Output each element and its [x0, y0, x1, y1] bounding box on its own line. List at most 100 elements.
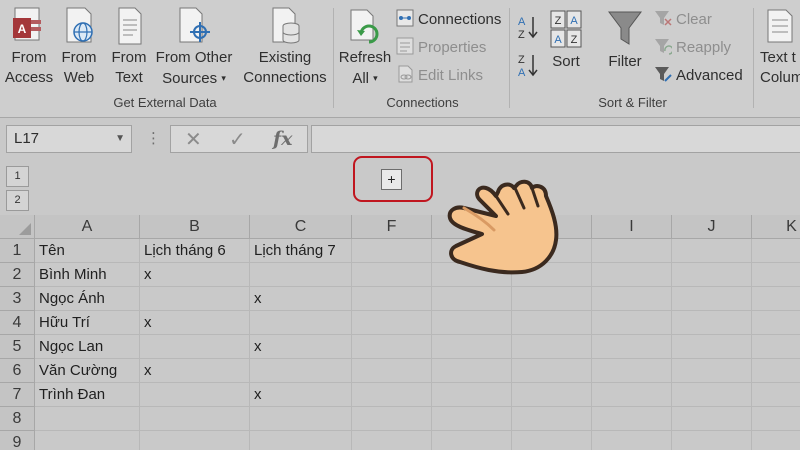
cell[interactable] [250, 431, 352, 450]
cell[interactable]: Ngọc Ánh [35, 287, 140, 311]
column-header[interactable]: A [35, 215, 140, 239]
cell[interactable] [250, 263, 352, 287]
column-header[interactable]: I [592, 215, 672, 239]
cell[interactable] [752, 359, 800, 383]
cell[interactable]: Bình Minh [35, 263, 140, 287]
cell[interactable] [512, 311, 592, 335]
row-header[interactable]: 4 [0, 311, 35, 335]
cell[interactable] [592, 335, 672, 359]
sort-az-button[interactable]: AZ [516, 14, 540, 41]
properties-button[interactable]: Properties [396, 37, 486, 58]
cell[interactable] [352, 383, 432, 407]
cell[interactable] [432, 287, 512, 311]
cell[interactable] [512, 359, 592, 383]
cell[interactable] [352, 335, 432, 359]
outline-level-1-button[interactable]: 1 [6, 166, 29, 187]
filter-button[interactable]: Filter [600, 8, 650, 72]
cell[interactable]: Tên [35, 239, 140, 263]
column-header[interactable]: J [672, 215, 752, 239]
cell[interactable] [752, 263, 800, 287]
cancel-icon[interactable]: ✕ [185, 127, 202, 152]
cell[interactable] [250, 311, 352, 335]
column-header[interactable]: K [752, 215, 800, 239]
cell[interactable] [512, 407, 592, 431]
cell[interactable]: Hữu Trí [35, 311, 140, 335]
cell[interactable] [512, 383, 592, 407]
select-all-button[interactable] [0, 215, 35, 239]
more-options-icon[interactable]: ⋮ [146, 129, 161, 147]
cell[interactable] [512, 431, 592, 450]
from-other-sources-button[interactable]: From Other Sources ▾ [154, 6, 234, 89]
sort-button[interactable]: ZAAZ Sort [544, 8, 588, 72]
clear-button[interactable]: Clear [654, 9, 712, 30]
cell[interactable]: Ngọc Lan [35, 335, 140, 359]
cell[interactable] [672, 335, 752, 359]
cell[interactable] [352, 431, 432, 450]
existing-connections-button[interactable]: Existing Connections [240, 6, 330, 88]
cell[interactable] [672, 287, 752, 311]
cell[interactable] [752, 239, 800, 263]
cell[interactable] [512, 335, 592, 359]
cell[interactable] [592, 407, 672, 431]
cell[interactable] [352, 287, 432, 311]
cell[interactable] [432, 359, 512, 383]
cell[interactable] [512, 287, 592, 311]
cell[interactable] [592, 383, 672, 407]
name-box[interactable]: L17 ▼ [6, 125, 132, 153]
advanced-button[interactable]: Advanced [654, 65, 743, 86]
reapply-button[interactable]: Reapply [654, 37, 731, 58]
cell[interactable] [752, 383, 800, 407]
cell[interactable]: x [250, 383, 352, 407]
cell[interactable] [752, 335, 800, 359]
formula-input[interactable] [311, 125, 800, 153]
cell[interactable] [352, 239, 432, 263]
from-access-button[interactable]: A From Access [4, 6, 54, 88]
cell[interactable] [672, 239, 752, 263]
cell[interactable] [352, 407, 432, 431]
cell[interactable] [432, 383, 512, 407]
row-header[interactable]: 5 [0, 335, 35, 359]
cell[interactable]: x [140, 359, 250, 383]
from-web-button[interactable]: From Web [56, 6, 102, 88]
cell[interactable]: x [140, 311, 250, 335]
column-header[interactable]: F [352, 215, 432, 239]
cell[interactable] [672, 407, 752, 431]
expand-group-button[interactable]: + [381, 169, 402, 190]
cell[interactable]: Trình Đan [35, 383, 140, 407]
sort-za-button[interactable]: ZA [516, 52, 540, 79]
connections-button[interactable]: Connections [396, 9, 501, 30]
cell[interactable]: x [140, 263, 250, 287]
column-header[interactable]: C [250, 215, 352, 239]
cell[interactable] [592, 287, 672, 311]
cell[interactable] [352, 311, 432, 335]
cell[interactable] [35, 407, 140, 431]
cell[interactable] [592, 359, 672, 383]
cell[interactable] [35, 431, 140, 450]
cell[interactable] [592, 263, 672, 287]
cell[interactable] [432, 407, 512, 431]
cell[interactable] [250, 359, 352, 383]
cell[interactable] [352, 359, 432, 383]
row-header[interactable]: 9 [0, 431, 35, 450]
cell[interactable] [250, 407, 352, 431]
edit-links-button[interactable]: Edit Links [396, 65, 483, 86]
cell[interactable] [140, 383, 250, 407]
cell[interactable] [752, 287, 800, 311]
cell[interactable] [752, 407, 800, 431]
cell[interactable] [592, 239, 672, 263]
cell[interactable]: x [250, 287, 352, 311]
column-header[interactable]: B [140, 215, 250, 239]
cell[interactable]: Lịch tháng 6 [140, 239, 250, 263]
cell[interactable] [140, 431, 250, 450]
cell[interactable]: Văn Cường [35, 359, 140, 383]
row-header[interactable]: 8 [0, 407, 35, 431]
row-header[interactable]: 2 [0, 263, 35, 287]
cell[interactable] [752, 431, 800, 450]
cell[interactable] [432, 431, 512, 450]
cell[interactable] [352, 263, 432, 287]
row-header[interactable]: 6 [0, 359, 35, 383]
cell[interactable]: x [250, 335, 352, 359]
row-header[interactable]: 7 [0, 383, 35, 407]
cell[interactable] [672, 431, 752, 450]
cell[interactable] [672, 311, 752, 335]
